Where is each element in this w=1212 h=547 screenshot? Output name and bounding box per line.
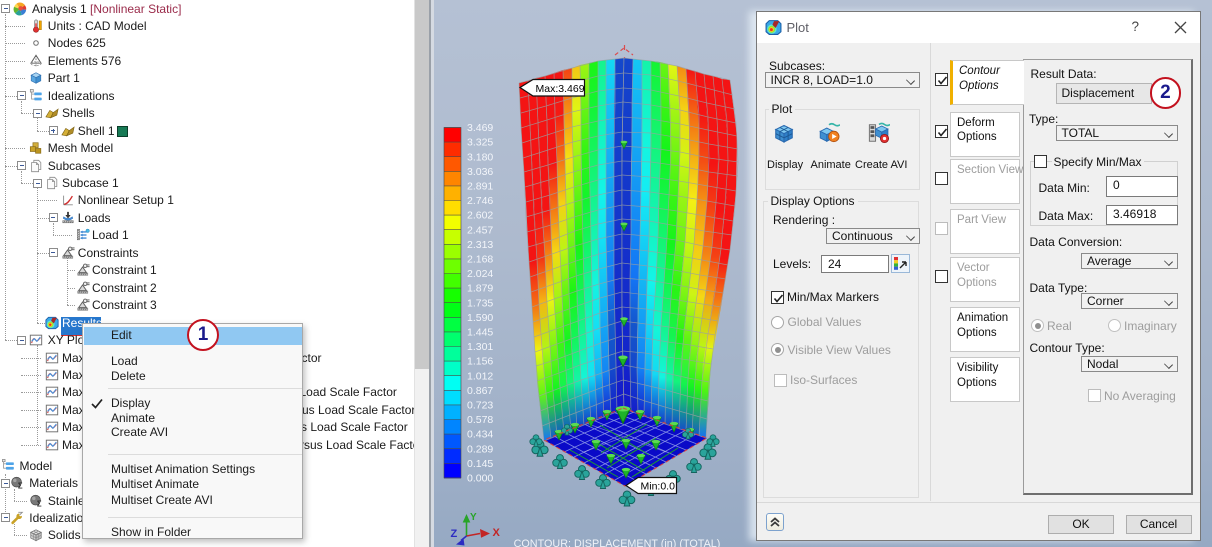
svg-text:1.445: 1.445 — [467, 327, 493, 339]
svg-text:1.735: 1.735 — [467, 297, 493, 309]
svg-text:1.012: 1.012 — [467, 370, 493, 382]
svg-text:2.746: 2.746 — [467, 195, 493, 207]
svg-text:3.180: 3.180 — [467, 151, 493, 163]
svg-text:Max:3.469: Max:3.469 — [536, 83, 585, 95]
svg-text:1.590: 1.590 — [467, 312, 493, 324]
svg-text:3.036: 3.036 — [467, 166, 493, 178]
svg-text:1.301: 1.301 — [467, 341, 493, 353]
svg-text:Y: Y — [470, 512, 477, 523]
svg-text:Min:0.0: Min:0.0 — [641, 481, 676, 493]
svg-text:0.289: 0.289 — [467, 443, 493, 455]
svg-text:0.145: 0.145 — [467, 458, 493, 470]
svg-text:3.325: 3.325 — [467, 137, 493, 149]
svg-text:1.156: 1.156 — [467, 356, 493, 368]
svg-text:Z: Z — [451, 528, 458, 540]
svg-text:2.457: 2.457 — [467, 224, 493, 236]
svg-text:0.434: 0.434 — [467, 429, 493, 441]
svg-text:1.879: 1.879 — [467, 283, 493, 295]
svg-text:2.168: 2.168 — [467, 254, 493, 266]
svg-text:2.024: 2.024 — [467, 268, 493, 280]
svg-text:0.000: 0.000 — [467, 473, 493, 485]
svg-text:0.723: 0.723 — [467, 400, 493, 412]
svg-text:0.578: 0.578 — [467, 414, 493, 426]
svg-text:3.469: 3.469 — [467, 122, 493, 134]
svg-text:CONTOUR: DISPLACEMENT (in) (TO: CONTOUR: DISPLACEMENT (in) (TOTAL) — [514, 538, 721, 547]
svg-text:2.313: 2.313 — [467, 239, 493, 251]
svg-text:2.891: 2.891 — [467, 181, 493, 193]
svg-text:2.602: 2.602 — [467, 210, 493, 222]
svg-text:X: X — [493, 527, 501, 539]
svg-text:0.867: 0.867 — [467, 385, 493, 397]
